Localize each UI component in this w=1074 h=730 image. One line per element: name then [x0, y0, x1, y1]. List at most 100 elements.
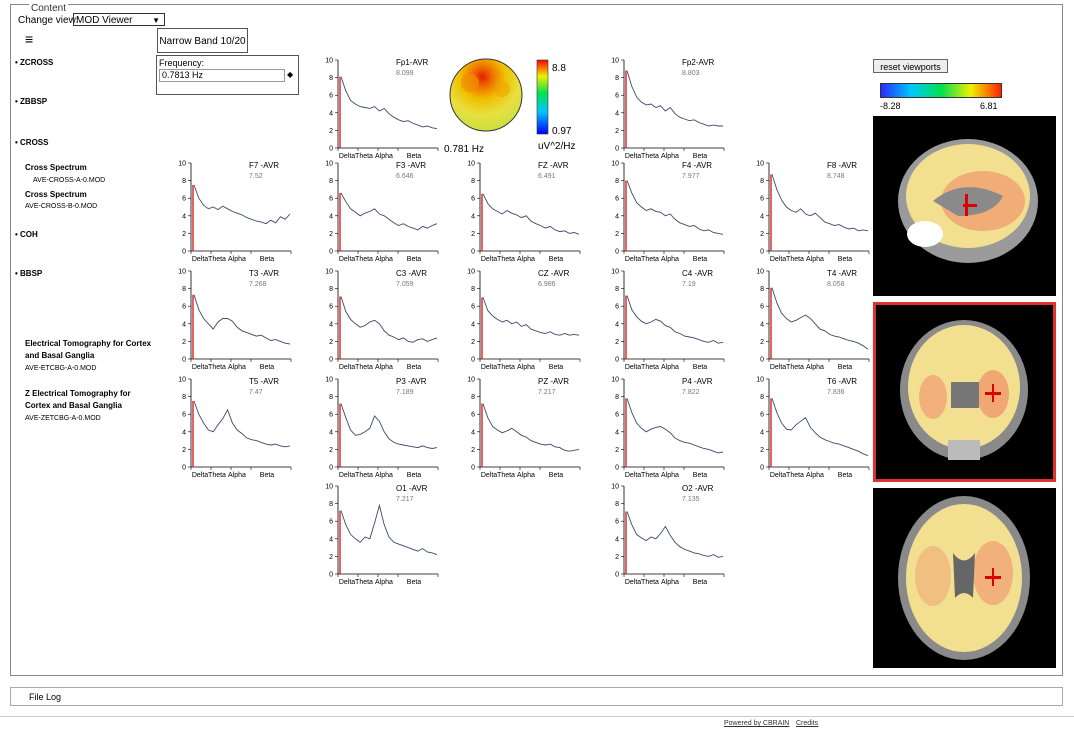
hamburger-menu-icon[interactable]: ≡: [25, 32, 33, 46]
y-tick-label: 4: [182, 429, 186, 436]
channel-label: T3 -AVR: [249, 269, 279, 278]
y-tick-label: 2: [329, 554, 333, 561]
cross-spectrum-file-1[interactable]: AVE-CROSS-A-0.MOD: [33, 177, 105, 184]
y-tick-label: 6: [615, 519, 619, 526]
y-tick-label: 2: [615, 554, 619, 561]
spectrum-plot: 0 2 4 6 8 10 Delta Theta Alpha Beta C4 -AVR 7.19: [596, 264, 726, 372]
sidebar-item-zbbsp[interactable]: ZBBSP: [15, 97, 47, 106]
narrow-band-tab[interactable]: Narrow Band 10/20: [157, 28, 248, 53]
cross-spectrum-title-1[interactable]: Cross Spectrum: [25, 163, 87, 172]
y-tick-label: 2: [615, 339, 619, 346]
cross-spectrum-title-2[interactable]: Cross Spectrum: [25, 190, 87, 199]
channel-label: CZ -AVR: [538, 269, 570, 278]
topomap-colorbar: [536, 59, 549, 135]
cross-spectrum-file-2[interactable]: AVE-CROSS-B-0.MOD: [25, 203, 97, 210]
band-label: Beta: [407, 472, 422, 479]
y-tick-label: 4: [760, 321, 764, 328]
channel-label: F4 -AVR: [682, 161, 712, 170]
y-tick-label: 6: [615, 412, 619, 419]
band-label: Alpha: [517, 364, 535, 371]
band-label: Alpha: [661, 364, 679, 371]
spinner-icon[interactable]: ◆: [287, 69, 293, 80]
peak-value: 7.836: [827, 389, 845, 396]
spectrum-line: [626, 180, 724, 235]
y-tick-label: 6: [760, 412, 764, 419]
y-tick-label: 4: [471, 321, 475, 328]
channel-label: O1 -AVR: [396, 484, 428, 493]
band-label: Theta: [208, 472, 226, 479]
y-tick-label: 0: [182, 357, 186, 364]
y-tick-label: 6: [182, 412, 186, 419]
y-tick-label: 6: [760, 196, 764, 203]
band-label: Alpha: [375, 579, 393, 586]
spectrum-plot-svg: 0 2 4 6 8 10 Delta Theta Alpha Beta C4 -AVR 7.19: [611, 269, 725, 371]
band-label: Theta: [355, 579, 373, 586]
peak-value: 6.491: [538, 173, 556, 180]
spectrum-plot: 0 2 4 6 8 10 Delta Theta Alpha Beta F7 -AVR 7.52: [163, 156, 293, 264]
band-label: Theta: [208, 256, 226, 263]
band-label: Delta: [339, 579, 355, 586]
y-tick-label: 6: [471, 304, 475, 311]
band-label: Theta: [497, 472, 515, 479]
file-log-panel[interactable]: File Log: [10, 687, 1063, 706]
channel-label: Fp2-AVR: [682, 58, 715, 67]
sidebar-item-coh[interactable]: COH: [15, 230, 38, 239]
y-tick-label: 8: [182, 394, 186, 401]
powered-by-link[interactable]: Powered by CBRAIN: [724, 720, 789, 727]
spectrum-plot: 0 2 4 6 8 10 Delta Theta Alpha Beta Fp1-AVR 8.099: [310, 53, 440, 161]
y-tick-label: 6: [760, 304, 764, 311]
y-tick-label: 10: [467, 377, 475, 384]
channel-label: F8 -AVR: [827, 161, 857, 170]
sidebar-item-zcross[interactable]: ZCROSS: [15, 58, 53, 67]
mri-coronal-view[interactable]: [873, 302, 1056, 482]
mri-axial-view[interactable]: [873, 488, 1056, 668]
change-view-select[interactable]: MOD Viewer ▼: [73, 13, 165, 26]
reset-viewports-button[interactable]: reset viewports: [873, 59, 948, 73]
peak-value: 7.135: [682, 496, 700, 503]
mri-sagittal-view[interactable]: [873, 116, 1056, 296]
frequency-input[interactable]: 0.7813 Hz: [159, 69, 285, 82]
spectrum-plot: 0 2 4 6 8 10 Delta Theta Alpha Beta C3 -AVR 7.059: [310, 264, 440, 372]
y-tick-label: 6: [182, 304, 186, 311]
band-label: Alpha: [806, 256, 824, 263]
y-tick-label: 10: [325, 161, 333, 168]
et-title-1b[interactable]: and Basal Ganglia: [25, 351, 94, 360]
spectrum-line: [340, 76, 438, 130]
spectrum-plot: 0 2 4 6 8 10 Delta Theta Alpha Beta T4 -AVR 8.058: [741, 264, 871, 372]
spectrum-plot-svg: 0 2 4 6 8 10 Delta Theta Alpha Beta CZ -AVR 6.986: [467, 269, 581, 371]
topomap-min: 0.97: [552, 126, 572, 137]
band-label: Alpha: [661, 256, 679, 263]
sidebar-item-bbsp[interactable]: BBSP: [15, 269, 42, 278]
y-tick-label: 2: [615, 447, 619, 454]
content-legend: Content: [29, 3, 69, 14]
band-label: Delta: [481, 256, 497, 263]
band-label: Theta: [786, 364, 804, 371]
topomap-hotspot: [494, 81, 510, 97]
zet-title-1b[interactable]: Cortex and Basal Ganglia: [25, 401, 122, 410]
spectrum-line: [340, 296, 438, 343]
spectrum-line: [340, 403, 438, 449]
spectrum-line: [340, 192, 438, 231]
band-label: Theta: [641, 364, 659, 371]
y-tick-label: 2: [182, 447, 186, 454]
band-label: Alpha: [806, 364, 824, 371]
y-tick-label: 0: [329, 572, 333, 579]
credits-link[interactable]: Credits: [796, 720, 818, 727]
band-label: Alpha: [806, 472, 824, 479]
spectrum-plot: 0 2 4 6 8 10 Delta Theta Alpha Beta O1 -AVR 7.217: [310, 479, 440, 587]
y-tick-label: 2: [615, 128, 619, 135]
y-tick-label: 10: [325, 58, 333, 65]
spectrum-plot-svg: 0 2 4 6 8 10 Delta Theta Alpha Beta PZ -AVR 7.217: [467, 377, 581, 479]
zet-title-1[interactable]: Z Electrical Tomography for: [25, 389, 131, 398]
y-tick-label: 10: [325, 377, 333, 384]
y-tick-label: 0: [615, 465, 619, 472]
zet-file-1[interactable]: AVE-ZETCBG-A-0.MOD: [25, 415, 101, 422]
et-file-1[interactable]: AVE-ETCBG-A-0.MOD: [25, 365, 96, 372]
band-label: Beta: [549, 472, 564, 479]
band-label: Delta: [770, 364, 786, 371]
et-title-1[interactable]: Electrical Tomography for Cortex: [25, 339, 151, 348]
sidebar-item-cross[interactable]: CROSS: [15, 138, 48, 147]
spectrum-line: [626, 511, 724, 558]
y-tick-label: 0: [182, 249, 186, 256]
y-tick-label: 2: [329, 447, 333, 454]
